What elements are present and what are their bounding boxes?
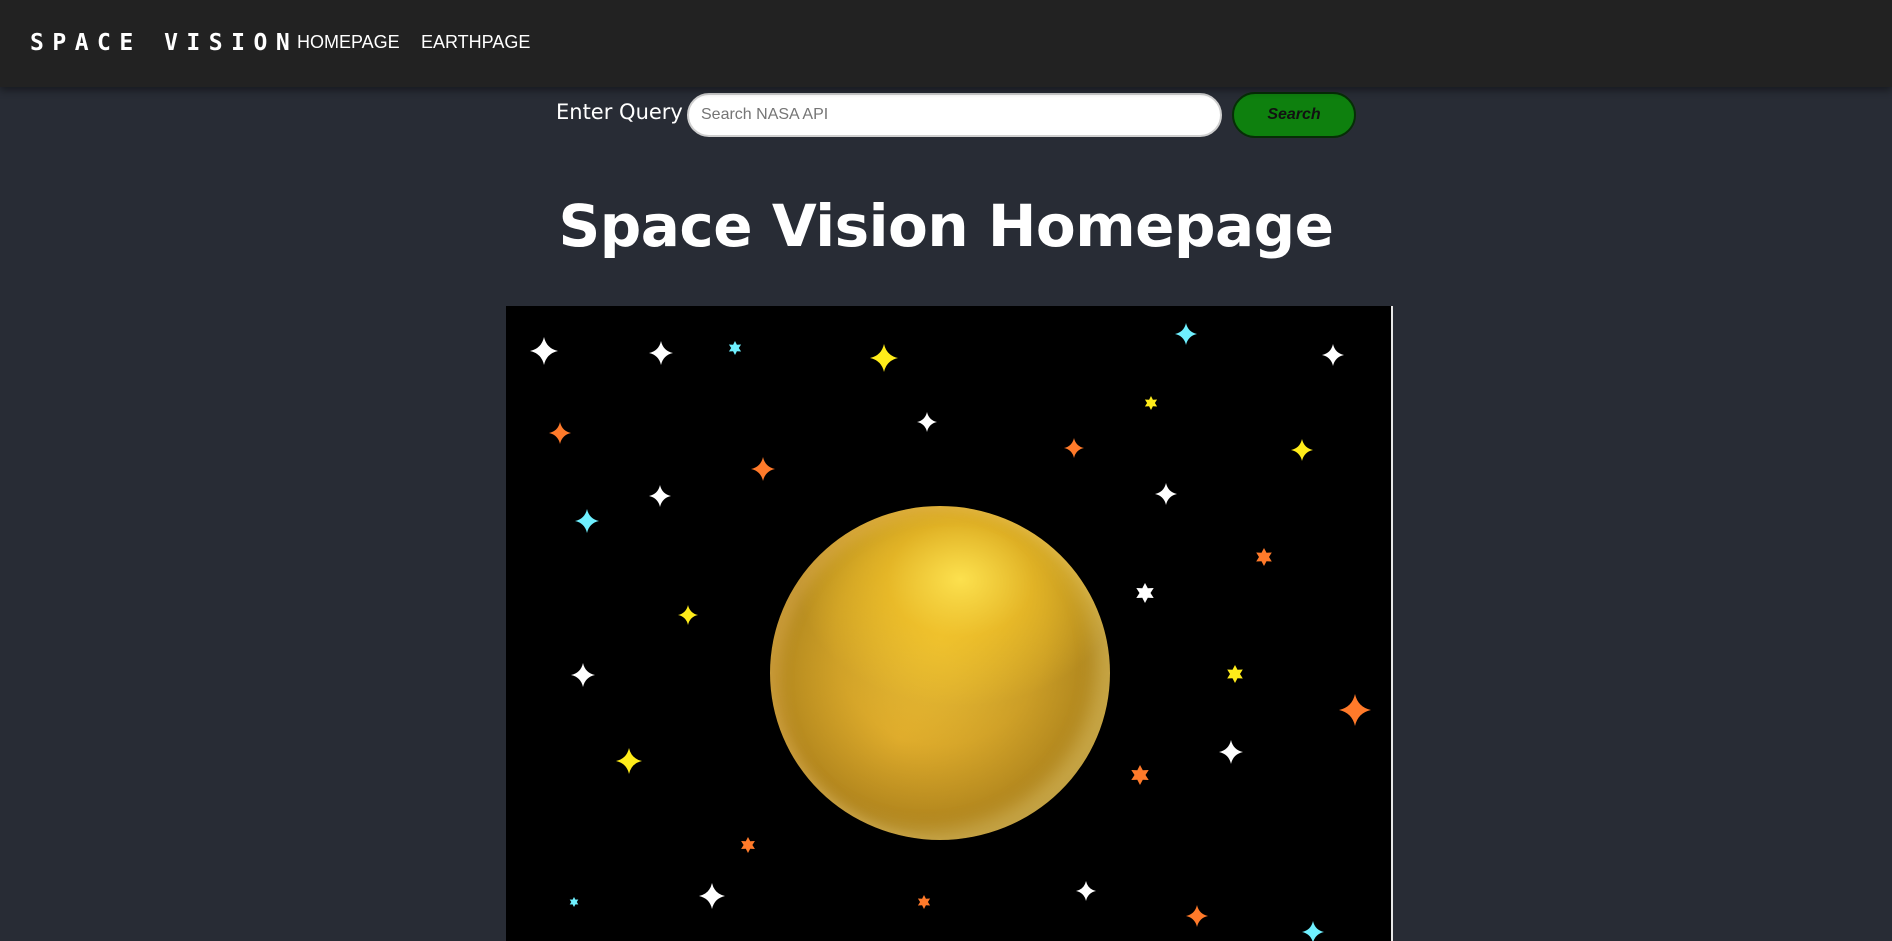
nav-link-homepage[interactable]: HOMEPAGE [297, 31, 400, 53]
star-icon [699, 883, 725, 909]
query-label: Enter Query [556, 100, 683, 124]
brand-logo[interactable]: SPACE VISION [30, 29, 298, 57]
star-icon [1155, 483, 1177, 505]
star-icon [1175, 323, 1197, 345]
star-icon [1256, 548, 1272, 566]
search-button[interactable]: Search [1232, 92, 1356, 138]
yellow-planet [770, 506, 1110, 840]
star-icon [1322, 344, 1344, 366]
star-icon [1302, 921, 1324, 941]
star-icon [1339, 694, 1371, 726]
canvas-divider [1391, 306, 1393, 941]
star-icon [728, 341, 742, 355]
page-title: Space Vision Homepage [558, 192, 1335, 260]
star-icon [575, 509, 599, 533]
star-icon [530, 337, 558, 365]
star-icon [571, 663, 595, 687]
star-icon [1144, 396, 1158, 410]
star-icon [549, 422, 571, 444]
star-icon [741, 837, 755, 853]
star-icon [917, 412, 937, 432]
star-icon [569, 897, 579, 907]
star-icon [616, 748, 642, 774]
star-icon [678, 605, 698, 625]
star-icon [1291, 439, 1313, 461]
star-icon [1131, 765, 1149, 785]
star-icon [1064, 438, 1084, 458]
space-scene-canvas[interactable] [506, 306, 1392, 941]
star-icon [649, 485, 671, 507]
navbar: SPACE VISION HOMEPAGE EARTHPAGE [0, 0, 1892, 87]
star-icon [649, 341, 673, 365]
star-icon [751, 457, 775, 481]
star-icon [1227, 665, 1243, 683]
search-input[interactable] [687, 93, 1222, 137]
star-icon [1219, 740, 1243, 764]
star-icon [1076, 881, 1096, 901]
star-icon [1186, 905, 1208, 927]
star-icon [1136, 583, 1154, 603]
star-icon [870, 344, 898, 372]
star-icon [917, 895, 931, 909]
nav-link-earthpage[interactable]: EARTHPAGE [421, 31, 530, 53]
